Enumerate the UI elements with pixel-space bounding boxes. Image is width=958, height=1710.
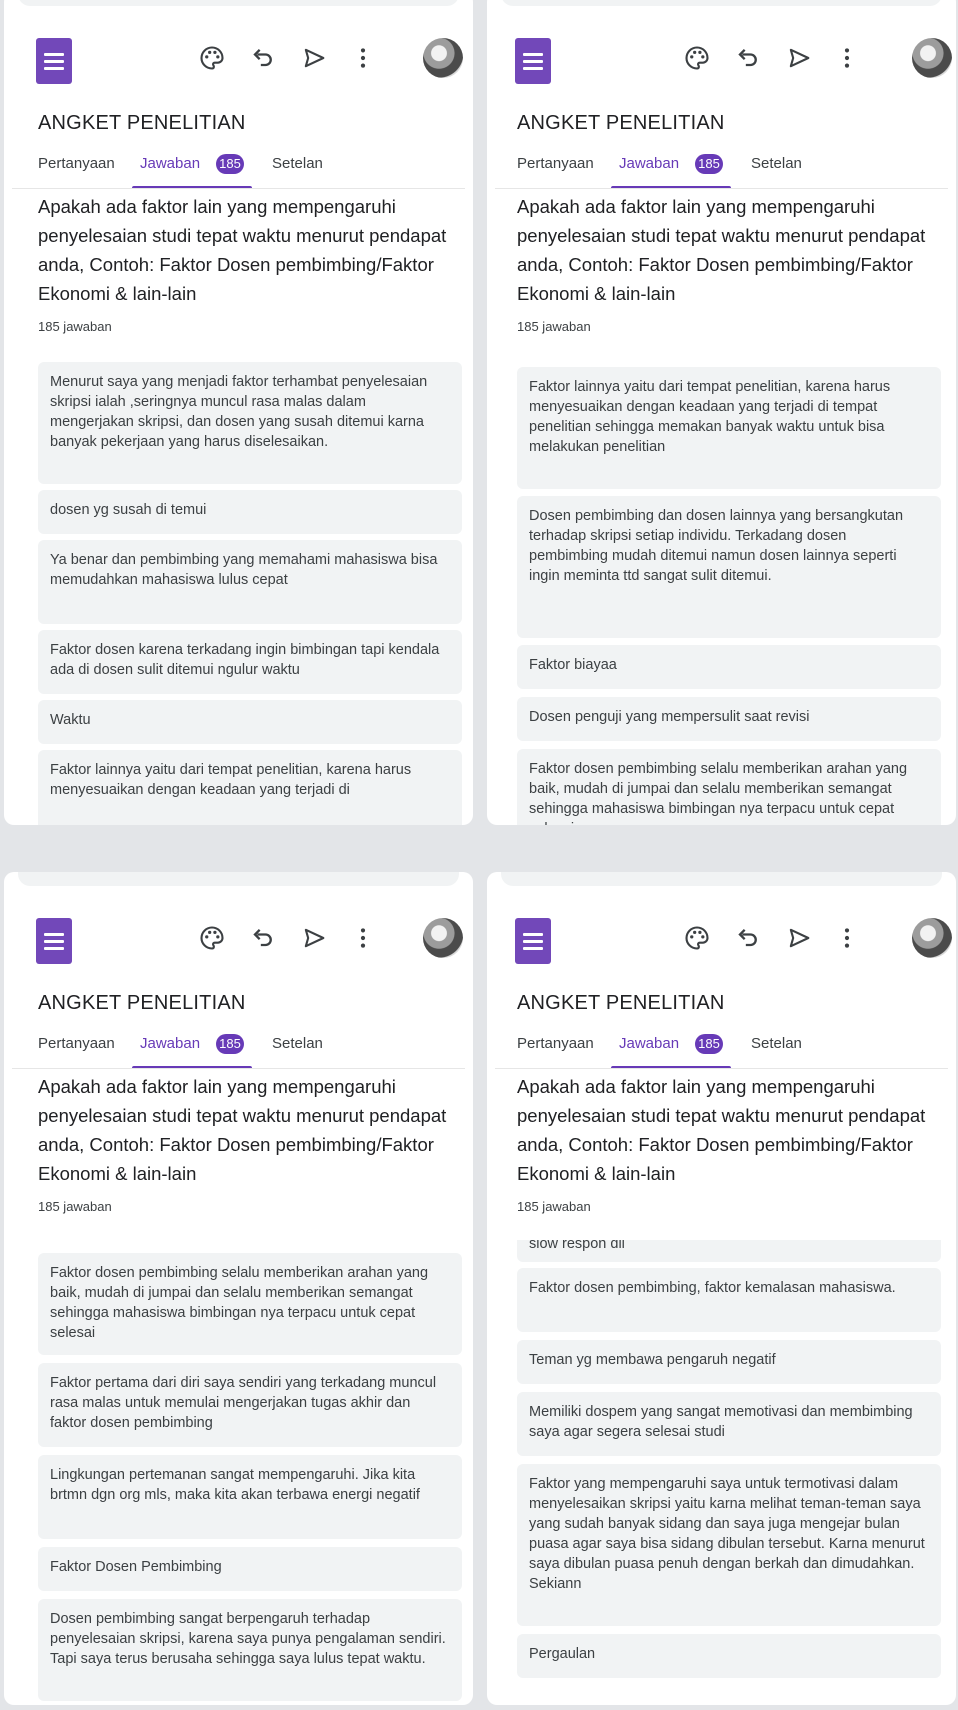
response-item: slow respon dll	[517, 1240, 941, 1262]
form-title: ANGKET PENELITIAN	[517, 112, 725, 134]
tab-pertanyaan[interactable]: Pertanyaan	[517, 1035, 594, 1052]
response-item: Faktor Dosen Pembimbing	[38, 1547, 462, 1591]
undo-icon[interactable]	[733, 924, 761, 952]
tabs-divider	[12, 188, 465, 189]
google-forms-icon[interactable]	[36, 918, 72, 964]
send-icon[interactable]	[785, 44, 813, 72]
undo-icon[interactable]	[733, 44, 761, 72]
response-badge: 185	[695, 1034, 723, 1054]
form-title: ANGKET PENELITIAN	[517, 992, 725, 1014]
response-list[interactable]: Menurut saya yang menjadi faktor terhamb…	[38, 360, 462, 825]
tab-pertanyaan[interactable]: Pertanyaan	[38, 1035, 115, 1052]
response-list[interactable]: slow respon dll Faktor dosen pembimbing,…	[517, 1240, 941, 1705]
palette-icon[interactable]	[683, 44, 711, 72]
form-title: ANGKET PENELITIAN	[38, 992, 246, 1014]
form-title: ANGKET PENELITIAN	[38, 112, 246, 134]
response-item: Dosen pembimbing dan dosen lainnya yang …	[517, 496, 941, 638]
app-bar	[4, 28, 473, 92]
tab-setelan[interactable]: Setelan	[272, 1035, 323, 1052]
response-item: Faktor dosen karena terkadang ingin bimb…	[38, 630, 462, 694]
response-item: Lingkungan pertemanan sangat mempengaruh…	[38, 1455, 462, 1539]
response-item: Faktor biayaa	[517, 645, 941, 689]
more-vert-icon[interactable]	[833, 924, 861, 952]
form-screen-3: ANGKET PENELITIAN Pertanyaan Jawaban 185…	[4, 872, 473, 1705]
response-count: 185 jawaban	[517, 319, 591, 334]
response-item: Dosen penguji yang mempersulit saat revi…	[517, 697, 941, 741]
browser-strip	[501, 872, 942, 886]
response-item: Faktor dosen pembimbing selalu memberika…	[38, 1253, 462, 1355]
google-forms-icon[interactable]	[515, 918, 551, 964]
browser-strip	[501, 0, 942, 6]
response-item: Faktor yang mempengaruhi saya untuk term…	[517, 1464, 941, 1626]
tab-setelan[interactable]: Setelan	[751, 1035, 802, 1052]
send-icon[interactable]	[300, 924, 328, 952]
response-list[interactable]: Faktor dosen pembimbing selalu memberika…	[38, 1240, 462, 1705]
tab-setelan[interactable]: Setelan	[272, 155, 323, 172]
response-item: Faktor dosen pembimbing selalu memberika…	[517, 749, 941, 825]
response-badge: 185	[216, 1034, 244, 1054]
question-text: Apakah ada faktor lain yang mempengaruhi…	[517, 196, 926, 304]
tab-jawaban[interactable]: Jawaban	[619, 1035, 679, 1052]
response-item: Faktor lainnya yaitu dari tempat penelit…	[38, 750, 462, 825]
response-item: Faktor lainnya yaitu dari tempat penelit…	[517, 367, 941, 489]
tab-pertanyaan[interactable]: Pertanyaan	[38, 155, 115, 172]
question-text: Apakah ada faktor lain yang mempengaruhi…	[38, 196, 447, 304]
response-item: Dosen pembimbing sangat berpengaruh terh…	[38, 1599, 462, 1701]
tabs-divider	[495, 188, 948, 189]
google-forms-icon[interactable]	[515, 38, 551, 84]
response-item: Faktor dosen pembimbing, faktor kemalasa…	[517, 1268, 941, 1332]
tab-setelan[interactable]: Setelan	[751, 155, 802, 172]
response-list[interactable]: Faktor lainnya yaitu dari tempat penelit…	[517, 360, 941, 825]
response-item: Memiliki dospem yang sangat memotivasi d…	[517, 1392, 941, 1456]
form-screen-4: ANGKET PENELITIAN Pertanyaan Jawaban 185…	[487, 872, 956, 1705]
form-screen-1: ANGKET PENELITIAN Pertanyaan Jawaban 185…	[4, 0, 473, 825]
response-item: Faktor pertama dari diri saya sendiri ya…	[38, 1363, 462, 1447]
tab-jawaban[interactable]: Jawaban	[140, 1035, 200, 1052]
tab-pertanyaan[interactable]: Pertanyaan	[517, 155, 594, 172]
browser-strip	[18, 0, 459, 6]
form-screen-2: ANGKET PENELITIAN Pertanyaan Jawaban 185…	[487, 0, 956, 825]
tabs-divider	[495, 1068, 948, 1069]
undo-icon[interactable]	[248, 924, 276, 952]
avatar[interactable]	[423, 918, 463, 958]
response-item: dosen yg susah di temui	[38, 490, 462, 534]
response-count: 185 jawaban	[38, 319, 112, 334]
response-item: Menurut saya yang menjadi faktor terhamb…	[38, 362, 462, 484]
more-vert-icon[interactable]	[349, 924, 377, 952]
google-forms-icon[interactable]	[36, 38, 72, 84]
response-item: Pergaulan	[517, 1634, 941, 1678]
palette-icon[interactable]	[198, 924, 226, 952]
avatar[interactable]	[912, 918, 952, 958]
more-vert-icon[interactable]	[833, 44, 861, 72]
palette-icon[interactable]	[198, 44, 226, 72]
response-count: 185 jawaban	[38, 1199, 112, 1214]
undo-icon[interactable]	[248, 44, 276, 72]
question-text: Apakah ada faktor lain yang mempengaruhi…	[38, 1076, 447, 1184]
response-item: Waktu	[38, 700, 462, 744]
response-count: 185 jawaban	[517, 1199, 591, 1214]
question-text: Apakah ada faktor lain yang mempengaruhi…	[517, 1076, 926, 1184]
palette-icon[interactable]	[683, 924, 711, 952]
browser-strip	[18, 872, 459, 886]
avatar[interactable]	[423, 38, 463, 78]
response-badge: 185	[216, 154, 244, 174]
more-vert-icon[interactable]	[349, 44, 377, 72]
send-icon[interactable]	[785, 924, 813, 952]
app-bar	[4, 908, 473, 972]
response-badge: 185	[695, 154, 723, 174]
app-bar	[487, 908, 956, 972]
send-icon[interactable]	[300, 44, 328, 72]
response-item: Teman yg membawa pengaruh negatif	[517, 1340, 941, 1384]
avatar[interactable]	[912, 38, 952, 78]
response-item: Ya benar dan pembimbing yang memahami ma…	[38, 540, 462, 624]
tab-jawaban[interactable]: Jawaban	[619, 155, 679, 172]
app-bar	[487, 28, 956, 92]
tabs-divider	[12, 1068, 465, 1069]
tab-jawaban[interactable]: Jawaban	[140, 155, 200, 172]
